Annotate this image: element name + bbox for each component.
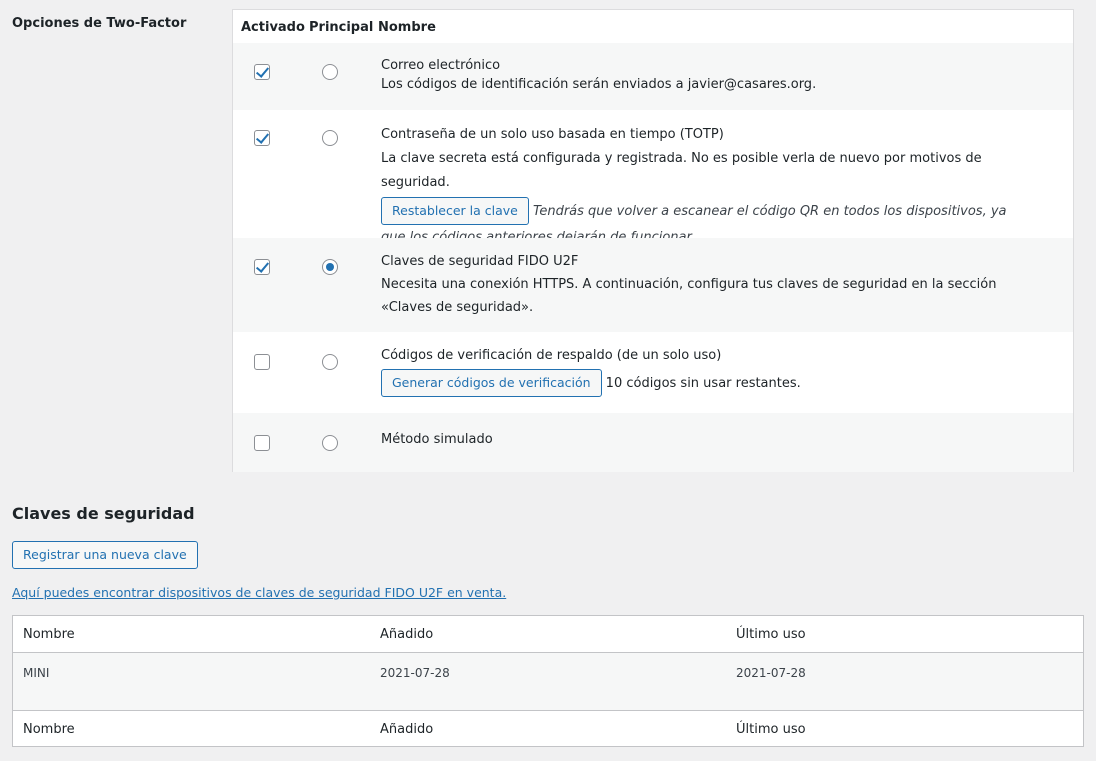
header-primary: Principal	[309, 20, 374, 35]
email-enabled-checkbox[interactable]	[254, 64, 270, 80]
column-last-used: Último uso	[736, 627, 806, 642]
security-keys-table: Nombre Añadido Último uso MINI 2021-07-2…	[12, 615, 1084, 747]
email-primary-radio[interactable]	[322, 64, 338, 80]
fido-provider-title: Claves de seguridad FIDO U2F	[381, 254, 579, 269]
backup-codes-remaining: 10 códigos sin usar restantes.	[605, 376, 801, 391]
provider-row-fido: Claves de seguridad FIDO U2F Necesita un…	[233, 238, 1073, 332]
provider-row-totp: Contraseña de un solo uso basada en tiem…	[233, 110, 1073, 245]
backup-primary-radio[interactable]	[322, 354, 338, 370]
keys-table-footer: Nombre Añadido Último uso	[13, 711, 1083, 747]
backup-provider-title: Códigos de verificación de respaldo (de …	[381, 348, 722, 363]
table-row: MINI 2021-07-28 2021-07-28	[13, 652, 1083, 711]
fido-enabled-checkbox[interactable]	[254, 259, 270, 275]
dummy-enabled-checkbox[interactable]	[254, 435, 270, 451]
key-name: MINI	[23, 666, 50, 680]
totp-provider-desc: La clave secreta está configurada y regi…	[381, 151, 982, 190]
dummy-provider-title: Método simulado	[381, 432, 493, 447]
provider-row-backup-codes: Códigos de verificación de respaldo (de …	[233, 332, 1073, 413]
reset-key-button[interactable]: Restablecer la clave	[381, 197, 529, 225]
email-provider-desc: Los códigos de identificación serán envi…	[381, 77, 817, 92]
footer-column-name: Nombre	[23, 722, 75, 737]
key-last-used: 2021-07-28	[736, 666, 806, 680]
totp-provider-title: Contraseña de un solo uso basada en tiem…	[381, 127, 724, 142]
footer-column-added: Añadido	[380, 722, 434, 737]
key-added: 2021-07-28	[380, 666, 450, 680]
two-factor-options-table: Activado Principal Nombre Correo electró…	[232, 9, 1074, 472]
security-keys-title: Claves de seguridad	[12, 504, 195, 523]
backup-enabled-checkbox[interactable]	[254, 354, 270, 370]
dummy-primary-radio[interactable]	[322, 435, 338, 451]
generate-codes-button[interactable]: Generar códigos de verificación	[381, 369, 602, 397]
column-name: Nombre	[23, 627, 75, 642]
fido-provider-desc: Necesita una conexión HTTPS. A continuac…	[381, 277, 997, 315]
two-factor-options-label: Opciones de Two-Factor	[12, 16, 187, 31]
register-new-key-button[interactable]: Registrar una nueva clave	[12, 541, 198, 569]
footer-column-last-used: Último uso	[736, 722, 806, 737]
column-added: Añadido	[380, 627, 434, 642]
totp-primary-radio[interactable]	[322, 130, 338, 146]
two-factor-table-header: Activado Principal Nombre	[233, 10, 1073, 44]
provider-row-dummy: Método simulado	[233, 413, 1073, 472]
keys-table-header: Nombre Añadido Último uso	[13, 616, 1083, 652]
provider-row-email: Correo electrónico Los códigos de identi…	[233, 43, 1073, 110]
header-name: Nombre	[378, 20, 436, 35]
totp-enabled-checkbox[interactable]	[254, 130, 270, 146]
email-provider-title: Correo electrónico	[381, 58, 501, 73]
fido-devices-link[interactable]: Aquí puedes encontrar dispositivos de cl…	[12, 585, 506, 600]
header-enabled: Activado	[241, 20, 305, 35]
fido-primary-radio[interactable]	[322, 259, 338, 275]
